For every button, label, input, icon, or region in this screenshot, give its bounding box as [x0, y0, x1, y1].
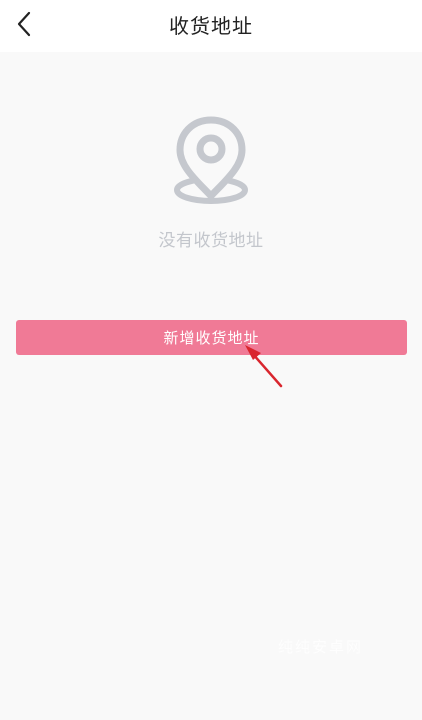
empty-state: 没有收货地址	[0, 112, 422, 251]
page-title: 收货地址	[169, 14, 253, 38]
red-arrow-icon	[245, 345, 283, 388]
top-nav-bar: 收货地址	[0, 0, 422, 52]
watermark: 纯纯安卓网	[278, 638, 364, 656]
address-list-screen: 收货地址 没有收货地址 新增收货地址 纯纯安卓网	[0, 0, 422, 720]
empty-message: 没有收货地址	[158, 231, 264, 251]
add-address-button[interactable]: 新增收货地址	[16, 320, 407, 355]
location-pin-icon	[171, 112, 251, 208]
